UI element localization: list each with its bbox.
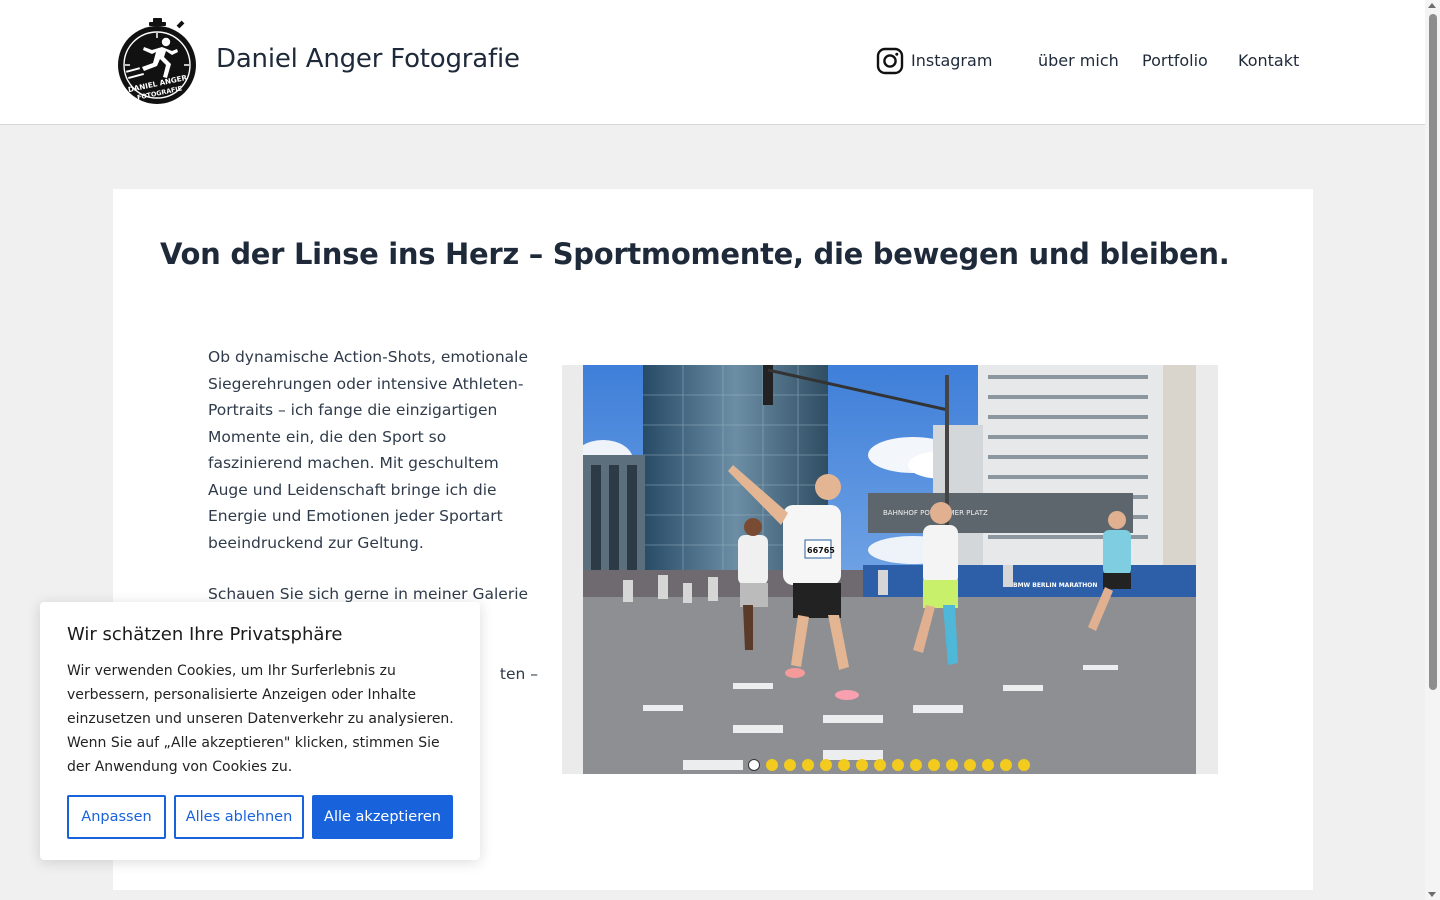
site-header: DANIEL ANGER FOTOGRAFIE Daniel Anger Fot… (0, 0, 1425, 125)
slider-dot-12[interactable] (946, 759, 958, 771)
slider-dot-7[interactable] (856, 759, 868, 771)
bib-number: 66765 (807, 546, 835, 555)
main-navigation: Instagram über mich Portfolio Kontakt (0, 0, 1425, 124)
scroll-down-arrow-icon[interactable] (1428, 892, 1436, 897)
slider-dot-1[interactable] (748, 759, 760, 771)
cookie-banner-title: Wir schätzen Ihre Privatsphäre (67, 624, 343, 645)
instagram-icon[interactable] (876, 47, 904, 75)
slider-dot-11[interactable] (928, 759, 940, 771)
image-slider[interactable]: BAHNHOF POTSDAMER PLATZ BMW BERLIN MARAT… (562, 365, 1218, 774)
slider-dot-13[interactable] (964, 759, 976, 771)
slider-dot-2[interactable] (766, 759, 778, 771)
slider-dot-10[interactable] (910, 759, 922, 771)
marathon-runners-potsdamer-platz-photo: BAHNHOF POTSDAMER PLATZ BMW BERLIN MARAT… (583, 365, 1196, 774)
slider-dot-5[interactable] (820, 759, 832, 771)
cookie-banner-text: Wir verwenden Cookies, um Ihr Surferlebn… (67, 663, 454, 775)
partial-paragraph-text: ten – (499, 665, 538, 683)
slider-dot-3[interactable] (784, 759, 796, 771)
page-scrollbar[interactable] (1425, 0, 1440, 900)
accept-all-button[interactable]: Alle akzeptieren (312, 795, 453, 839)
slider-dot-14[interactable] (982, 759, 994, 771)
nav-link-about[interactable]: über mich (1038, 51, 1119, 70)
slider-dot-8[interactable] (874, 759, 886, 771)
intro-paragraph: Ob dynamische Action-Shots, emotionale S… (208, 348, 529, 552)
scroll-up-arrow-icon[interactable] (1428, 3, 1436, 8)
race-banner-text: BMW BERLIN MARATHON (1013, 582, 1097, 589)
reject-all-button[interactable]: Alles ablehnen (174, 795, 304, 839)
slider-dot-16[interactable] (1018, 759, 1030, 771)
nav-link-portfolio[interactable]: Portfolio (1142, 51, 1208, 70)
customize-button[interactable]: Anpassen (67, 795, 166, 839)
nav-link-contact[interactable]: Kontakt (1238, 51, 1299, 70)
page-headline: Von der Linse ins Herz – Sportmomente, d… (160, 237, 1230, 271)
cookie-consent-banner: Wir schätzen Ihre Privatsphäre Wir verwe… (40, 602, 480, 860)
scroll-thumb[interactable] (1429, 14, 1437, 690)
nav-link-instagram[interactable]: Instagram (911, 51, 992, 70)
slider-dot-9[interactable] (892, 759, 904, 771)
slider-dot-4[interactable] (802, 759, 814, 771)
slider-dot-6[interactable] (838, 759, 850, 771)
slider-dot-15[interactable] (1000, 759, 1012, 771)
